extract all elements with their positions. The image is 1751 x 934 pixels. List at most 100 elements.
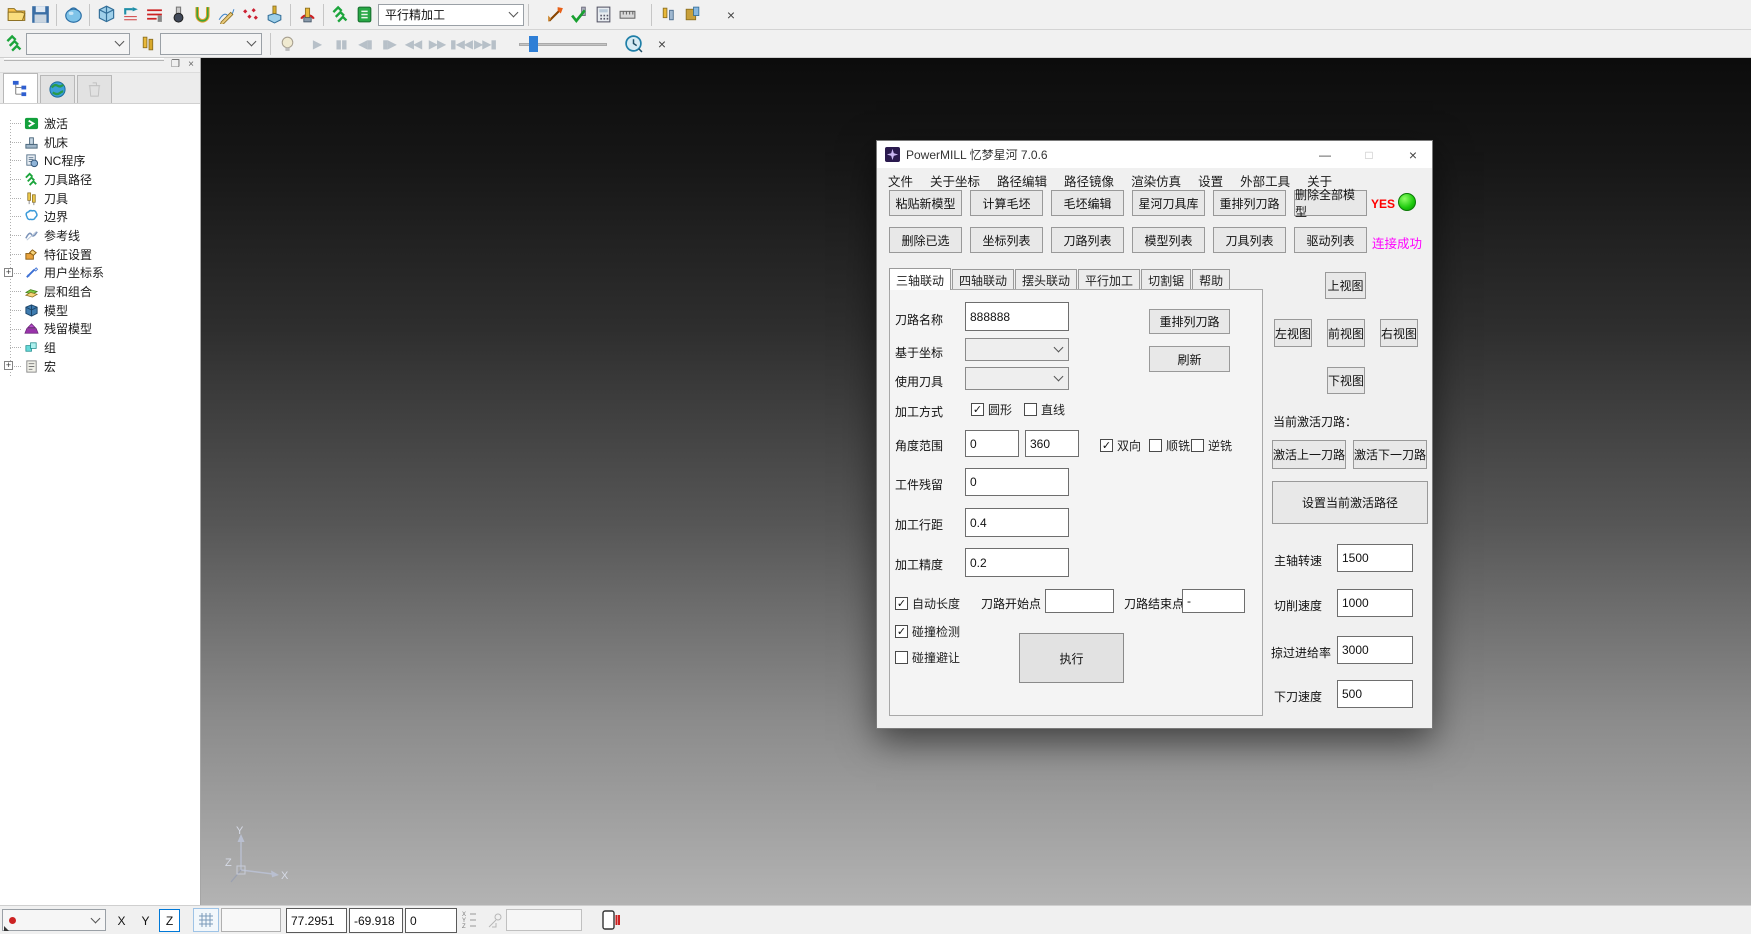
fast-forward-icon[interactable]: ▶▶	[425, 37, 449, 51]
tab-3axis[interactable]: 三轴联动	[889, 268, 951, 290]
cursor-z-input[interactable]	[405, 908, 457, 933]
save-project-icon[interactable]	[28, 3, 52, 27]
pause-icon[interactable]: ▮▮	[329, 37, 353, 51]
cursor-x-input[interactable]	[286, 908, 347, 933]
expand-icon[interactable]: +	[4, 361, 13, 370]
tool-combobox[interactable]	[965, 367, 1069, 390]
nc-program-tool-icon[interactable]	[543, 3, 567, 27]
tree-item-nc-program[interactable]: NC程序	[0, 151, 200, 170]
toolpath-list-button[interactable]: 刀路列表	[1051, 227, 1124, 253]
rewind-icon[interactable]: ◀◀	[401, 37, 425, 51]
clock-icon[interactable]	[621, 32, 645, 56]
coord-list-button[interactable]: 坐标列表	[970, 227, 1043, 253]
menu-file[interactable]: 文件	[888, 171, 913, 190]
view-right-button[interactable]: 右视图	[1380, 319, 1418, 347]
climb-checkbox[interactable]: 顺铣	[1149, 437, 1190, 454]
tree-item-tools[interactable]: 刀具	[0, 189, 200, 208]
block-icon[interactable]	[94, 3, 118, 27]
speed-slider[interactable]	[519, 35, 607, 53]
spindle-input[interactable]	[1337, 544, 1413, 572]
tree-item-toolpaths[interactable]: 刀具路径	[0, 170, 200, 189]
cutting-input[interactable]	[1337, 589, 1413, 617]
view-top-button[interactable]: 上视图	[1325, 272, 1366, 299]
strategy-combobox[interactable]: 平行精加工	[378, 4, 524, 26]
panel-grip[interactable]	[4, 58, 164, 61]
toolbar-close-icon[interactable]: ×	[653, 36, 671, 52]
step-forward-icon[interactable]: ▮▶	[377, 37, 401, 51]
step-back-icon[interactable]: ◀▮	[353, 37, 377, 51]
activate-prev-button[interactable]: 激活上一刀路	[1272, 440, 1346, 469]
auto-length-checkbox[interactable]: ✓自动长度	[895, 595, 960, 612]
tab-4axis[interactable]: 四轴联动	[952, 269, 1014, 290]
shaded-view-icon[interactable]	[61, 3, 85, 27]
set-active-path-button[interactable]: 设置当前激活路径	[1272, 481, 1428, 524]
go-to-end-icon[interactable]: ▶▶▮	[473, 37, 497, 51]
edit-curve-icon[interactable]	[214, 3, 238, 27]
tab-explorer-trash[interactable]	[77, 75, 112, 103]
slider-handle[interactable]	[529, 36, 538, 52]
powermill-toolpath-icon[interactable]	[328, 3, 352, 27]
maximize-icon[interactable]: □	[1350, 141, 1388, 168]
open-project-icon[interactable]	[4, 3, 28, 27]
minimize-icon[interactable]: —	[1306, 141, 1344, 168]
angle-end-input[interactable]	[1025, 430, 1079, 457]
clipping-planes-icon[interactable]	[601, 909, 621, 931]
view-left-button[interactable]: 左视图	[1274, 319, 1312, 347]
skim-input[interactable]	[1337, 636, 1413, 664]
axis-x-button[interactable]: X	[111, 909, 132, 932]
coord-combobox[interactable]	[965, 338, 1069, 361]
stock-input[interactable]	[965, 468, 1069, 496]
tree-item-models[interactable]: 模型	[0, 301, 200, 320]
float-panel-icon[interactable]: ❐	[171, 59, 180, 70]
refresh-button[interactable]: 刷新	[1149, 346, 1230, 372]
execute-button[interactable]: 执行	[1019, 633, 1124, 683]
start-point-input[interactable]	[1045, 589, 1114, 613]
view-front-button[interactable]: 前视图	[1327, 319, 1365, 347]
tree-item-stock-models[interactable]: 残留模型	[0, 320, 200, 339]
paste-new-model-button[interactable]: 粘贴新模型	[889, 190, 962, 216]
go-to-start-icon[interactable]: ▮◀◀	[449, 37, 473, 51]
reorder-button[interactable]: 重排列刀路	[1149, 309, 1230, 334]
model-list-button[interactable]: 模型列表	[1132, 227, 1205, 253]
reorder-toolpaths-button[interactable]: 重排列刀路	[1213, 190, 1286, 216]
conventional-checkbox[interactable]: 逆铣	[1191, 437, 1232, 454]
menu-render-sim[interactable]: 渲染仿真	[1131, 171, 1181, 190]
explorer-panel-header[interactable]: ❐ ×	[0, 58, 200, 73]
tab-head-tilt[interactable]: 摆头联动	[1015, 269, 1077, 290]
xyz-list-icon[interactable]: XYZ	[462, 910, 480, 930]
lightbulb-icon[interactable]	[275, 32, 299, 56]
tree-item-boundaries[interactable]: 边界	[0, 207, 200, 226]
toolpath-list-icon[interactable]	[352, 3, 376, 27]
cursor-y-input[interactable]	[349, 908, 403, 933]
tab-saw[interactable]: 切割锯	[1141, 269, 1191, 290]
tab-parallel[interactable]: 平行加工	[1078, 269, 1140, 290]
grid-button[interactable]	[193, 908, 219, 932]
activate-next-button[interactable]: 激活下一刀路	[1353, 440, 1427, 469]
tree-item-feature-sets[interactable]: 特征设置	[0, 245, 200, 264]
menu-settings[interactable]: 设置	[1198, 171, 1223, 190]
tree-item-activate[interactable]: 激活	[0, 114, 200, 133]
rapid-move-icon[interactable]	[118, 3, 142, 27]
verify-tool-icon[interactable]	[567, 3, 591, 27]
menu-path-mirror[interactable]: 路径镜像	[1064, 171, 1114, 190]
tolerance-input[interactable]	[965, 548, 1069, 577]
axis-z-button[interactable]: Z	[159, 909, 180, 932]
tree-item-levels[interactable]: 层和组合	[0, 282, 200, 301]
axis-y-button[interactable]: Y	[135, 909, 156, 932]
tool-list-button[interactable]: 刀具列表	[1213, 227, 1286, 253]
angle-start-input[interactable]	[965, 430, 1019, 457]
expand-icon[interactable]: +	[4, 268, 13, 277]
dialog-titlebar[interactable]: PowerMILL 忆梦星河 7.0.6 — □ ×	[877, 141, 1432, 168]
feed-rates-icon[interactable]	[142, 3, 166, 27]
toolbar-close-icon[interactable]: ×	[722, 7, 740, 23]
grid-size-input[interactable]	[221, 908, 281, 932]
close-panel-icon[interactable]: ×	[188, 59, 194, 70]
mode-circle-checkbox[interactable]: ✓圆形	[971, 401, 1012, 418]
collision-check-checkbox[interactable]: ✓碰撞检测	[895, 623, 960, 640]
close-icon[interactable]: ×	[1394, 141, 1432, 168]
tab-explorer-tree[interactable]	[3, 73, 38, 103]
tree-item-patterns[interactable]: 参考线	[0, 226, 200, 245]
toolpath-name-input[interactable]	[965, 302, 1069, 331]
menu-coords[interactable]: 关于坐标	[930, 171, 980, 190]
drive-list-button[interactable]: 驱动列表	[1294, 227, 1367, 253]
